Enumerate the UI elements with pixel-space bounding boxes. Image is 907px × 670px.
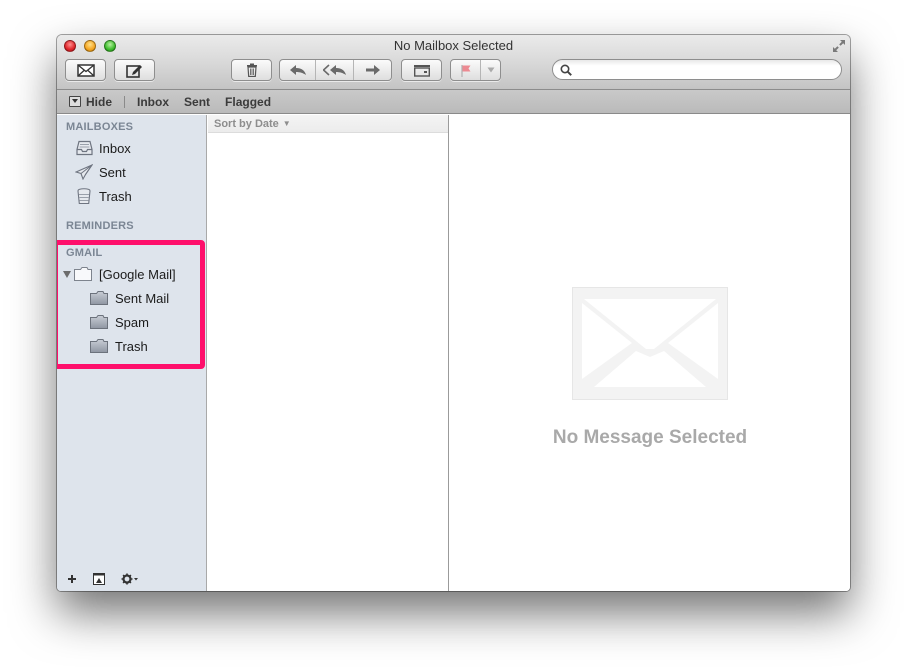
envelope-icon — [76, 63, 95, 77]
search-input[interactable] — [576, 62, 841, 77]
fullscreen-icon — [833, 40, 845, 52]
reply-button[interactable] — [280, 60, 316, 80]
reminders-header[interactable]: REMINDERS — [66, 220, 134, 232]
sort-label: Sort by Date — [214, 117, 279, 130]
plus-icon — [68, 575, 76, 583]
mailbox-sidebar: MAILBOXES Inbox Sent Trash REMINDERS GMA… — [57, 115, 207, 591]
activity-icon — [93, 573, 105, 585]
sidebar-item-spam[interactable]: Spam — [90, 311, 149, 333]
search-field[interactable] — [552, 59, 842, 80]
sidebar-item-inbox[interactable]: Inbox — [75, 137, 131, 159]
fullscreen-button[interactable] — [832, 39, 846, 53]
message-list: Sort by Date ▼ — [208, 115, 449, 591]
show-activity-button[interactable] — [93, 573, 105, 585]
forward-button[interactable] — [354, 60, 391, 80]
sent-label: Sent — [99, 164, 126, 180]
search-icon — [560, 63, 572, 76]
compose-icon — [126, 64, 142, 78]
trash-icon — [246, 63, 257, 77]
spam-label: Spam — [115, 314, 149, 330]
reply-icon — [289, 65, 306, 75]
sidebar-item-sent[interactable]: Sent — [75, 161, 126, 183]
archive-button[interactable] — [401, 59, 442, 81]
favorite-inbox[interactable]: Inbox — [137, 95, 169, 109]
sidebar-item-sent-mail[interactable]: Sent Mail — [90, 287, 169, 309]
sidebar-item-google-mail[interactable]: [Google Mail] — [74, 263, 176, 285]
favorite-sent[interactable]: Sent — [184, 95, 210, 109]
sidebar-footer — [57, 567, 206, 591]
flag-menu-button[interactable] — [481, 60, 500, 80]
paper-plane-icon — [75, 163, 93, 181]
google-mail-label: [Google Mail] — [99, 266, 176, 282]
folder-outline-icon — [74, 267, 92, 281]
inbox-label: Inbox — [99, 140, 131, 156]
folder-icon — [90, 339, 108, 353]
add-mailbox-button[interactable] — [67, 574, 77, 584]
sidebar-item-gmail-trash[interactable]: Trash — [90, 335, 148, 357]
folder-icon — [90, 315, 108, 329]
gmail-trash-label: Trash — [115, 338, 148, 354]
flag-button[interactable] — [451, 60, 482, 80]
flag-group — [450, 59, 501, 81]
forward-icon — [365, 65, 380, 75]
sort-by-button[interactable]: Sort by Date ▼ — [208, 115, 448, 133]
flag-icon — [461, 64, 471, 77]
inbox-tray-icon — [75, 139, 93, 157]
gmail-header[interactable]: GMAIL — [66, 247, 102, 259]
sort-caret-icon: ▼ — [282, 119, 291, 128]
window-title: No Mailbox Selected — [393, 38, 514, 53]
reply-all-icon — [322, 64, 346, 76]
empty-envelope-icon — [572, 287, 728, 400]
trash-label: Trash — [99, 188, 132, 204]
hide-mailboxes-button[interactable]: Hide — [69, 95, 112, 109]
reply-all-button[interactable] — [316, 60, 354, 80]
message-viewer: No Message Selected — [450, 115, 850, 591]
archive-icon — [413, 64, 430, 77]
mail-window: No Mailbox Selected Hide Inbox Sent Flag… — [57, 35, 850, 591]
disclosure-triangle-icon[interactable] — [63, 271, 71, 278]
reply-forward-group — [279, 59, 392, 81]
folder-icon — [90, 291, 108, 305]
delete-button[interactable] — [231, 59, 272, 81]
favorite-flagged[interactable]: Flagged — [225, 95, 271, 109]
gear-icon — [121, 573, 138, 585]
hide-sidebar-icon — [69, 96, 81, 107]
no-message-selected-text: No Message Selected — [552, 427, 748, 448]
hide-label: Hide — [86, 94, 113, 109]
favorites-divider — [124, 95, 126, 108]
action-menu-button[interactable] — [121, 573, 139, 585]
sidebar-item-trash[interactable]: Trash — [75, 185, 132, 207]
title-toolbar: No Mailbox Selected — [57, 35, 850, 90]
favorites-bar: Hide Inbox Sent Flagged — [57, 90, 850, 114]
sent-mail-label: Sent Mail — [115, 290, 170, 306]
chevron-down-icon — [487, 67, 495, 73]
trash-can-icon — [75, 187, 93, 205]
mailboxes-header[interactable]: MAILBOXES — [66, 121, 133, 133]
get-mail-button[interactable] — [65, 59, 106, 81]
compose-button[interactable] — [114, 59, 155, 81]
